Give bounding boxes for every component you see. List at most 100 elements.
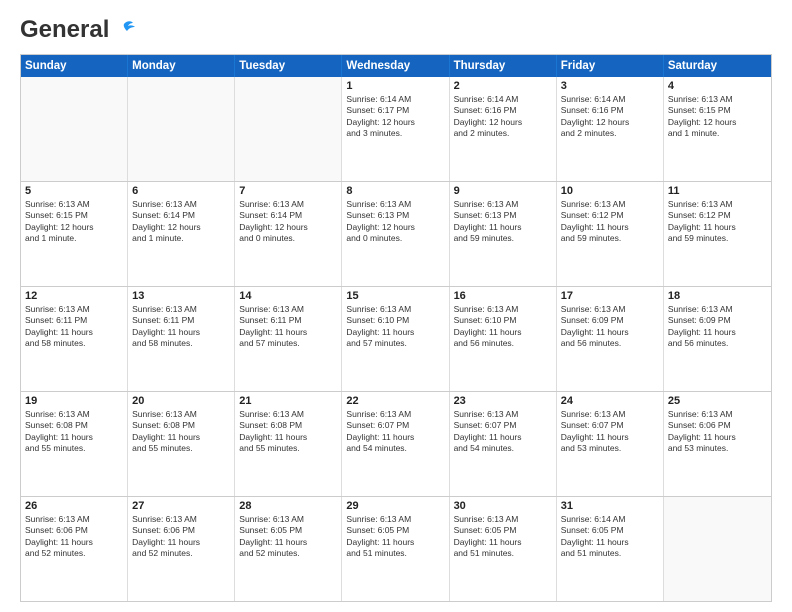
cell-info: Sunrise: 6:13 AM Sunset: 6:06 PM Dayligh…	[25, 514, 123, 560]
day-number: 5	[25, 185, 123, 197]
calendar-cell: 29 Sunrise: 6:13 AM Sunset: 6:05 PM Dayli…	[342, 497, 449, 601]
cell-info: Sunrise: 6:13 AM Sunset: 6:07 PM Dayligh…	[561, 409, 659, 455]
day-number: 19	[25, 395, 123, 407]
day-number: 17	[561, 290, 659, 302]
day-number: 22	[346, 395, 444, 407]
calendar-cell: 30Sunrise: 6:13 AM Sunset: 6:05 PM Dayli…	[450, 497, 557, 601]
calendar-cell: 24 Sunrise: 6:13 AM Sunset: 6:07 PM Dayli…	[557, 392, 664, 496]
cell-info: Sunrise: 6:13 AM Sunset: 6:08 PM Dayligh…	[239, 409, 337, 455]
calendar-cell: 7Sunrise: 6:13 AM Sunset: 6:14 PM Daylig…	[235, 182, 342, 286]
day-number: 6	[132, 185, 230, 197]
calendar-cell: 8 Sunrise: 6:13 AM Sunset: 6:13 PM Daylig…	[342, 182, 449, 286]
day-number: 14	[239, 290, 337, 302]
calendar-cell: 28 Sunrise: 6:13 AM Sunset: 6:05 PM Dayli…	[235, 497, 342, 601]
day-number: 26	[25, 500, 123, 512]
calendar-cell: 20 Sunrise: 6:13 AM Sunset: 6:08 PM Dayli…	[128, 392, 235, 496]
calendar-cell	[235, 77, 342, 181]
calendar-cell: 31 Sunrise: 6:14 AM Sunset: 6:05 PM Dayli…	[557, 497, 664, 601]
weekday-header: Friday	[557, 55, 664, 77]
calendar-cell: 18 Sunrise: 6:13 AM Sunset: 6:09 PM Dayli…	[664, 287, 771, 391]
day-number: 31	[561, 500, 659, 512]
cell-info: Sunrise: 6:13 AM Sunset: 6:06 PM Dayligh…	[668, 409, 767, 455]
calendar-cell: 4 Sunrise: 6:13 AM Sunset: 6:15 PM Daylig…	[664, 77, 771, 181]
day-number: 16	[454, 290, 552, 302]
day-number: 4	[668, 80, 767, 92]
calendar-cell: 27Sunrise: 6:13 AM Sunset: 6:06 PM Dayli…	[128, 497, 235, 601]
calendar-cell	[664, 497, 771, 601]
cell-info: Sunrise: 6:14 AM Sunset: 6:17 PM Dayligh…	[346, 94, 444, 140]
weekday-header: Wednesday	[342, 55, 449, 77]
cell-info: Sunrise: 6:13 AM Sunset: 6:13 PM Dayligh…	[346, 199, 444, 245]
day-number: 15	[346, 290, 444, 302]
calendar-cell: 12 Sunrise: 6:13 AM Sunset: 6:11 PM Dayli…	[21, 287, 128, 391]
cell-info: Sunrise: 6:14 AM Sunset: 6:05 PM Dayligh…	[561, 514, 659, 560]
calendar-cell: 1 Sunrise: 6:14 AM Sunset: 6:17 PM Daylig…	[342, 77, 449, 181]
logo-general-text: General	[20, 16, 109, 44]
cell-info: Sunrise: 6:13 AM Sunset: 6:14 PM Dayligh…	[239, 199, 337, 245]
calendar-cell: 9Sunrise: 6:13 AM Sunset: 6:13 PM Daylig…	[450, 182, 557, 286]
cell-info: Sunrise: 6:13 AM Sunset: 6:05 PM Dayligh…	[346, 514, 444, 560]
day-number: 3	[561, 80, 659, 92]
header: General	[20, 16, 772, 44]
calendar-header: SundayMondayTuesdayWednesdayThursdayFrid…	[21, 55, 771, 77]
calendar: SundayMondayTuesdayWednesdayThursdayFrid…	[20, 54, 772, 602]
calendar-cell: 3 Sunrise: 6:14 AM Sunset: 6:16 PM Daylig…	[557, 77, 664, 181]
day-number: 18	[668, 290, 767, 302]
day-number: 20	[132, 395, 230, 407]
cell-info: Sunrise: 6:13 AM Sunset: 6:11 PM Dayligh…	[25, 304, 123, 350]
day-number: 28	[239, 500, 337, 512]
calendar-row: 19 Sunrise: 6:13 AM Sunset: 6:08 PM Dayli…	[21, 391, 771, 496]
page: General SundayMondayTuesdayWednesdayThur…	[0, 0, 792, 612]
day-number: 24	[561, 395, 659, 407]
weekday-header: Thursday	[450, 55, 557, 77]
cell-info: Sunrise: 6:13 AM Sunset: 6:12 PM Dayligh…	[668, 199, 767, 245]
day-number: 21	[239, 395, 337, 407]
cell-info: Sunrise: 6:13 AM Sunset: 6:12 PM Dayligh…	[561, 199, 659, 245]
cell-info: Sunrise: 6:13 AM Sunset: 6:15 PM Dayligh…	[668, 94, 767, 140]
day-number: 8	[346, 185, 444, 197]
calendar-cell: 21 Sunrise: 6:13 AM Sunset: 6:08 PM Dayli…	[235, 392, 342, 496]
cell-info: Sunrise: 6:14 AM Sunset: 6:16 PM Dayligh…	[454, 94, 552, 140]
weekday-header: Sunday	[21, 55, 128, 77]
cell-info: Sunrise: 6:13 AM Sunset: 6:11 PM Dayligh…	[239, 304, 337, 350]
cell-info: Sunrise: 6:13 AM Sunset: 6:11 PM Dayligh…	[132, 304, 230, 350]
day-number: 10	[561, 185, 659, 197]
cell-info: Sunrise: 6:13 AM Sunset: 6:14 PM Dayligh…	[132, 199, 230, 245]
calendar-row: 1 Sunrise: 6:14 AM Sunset: 6:17 PM Daylig…	[21, 77, 771, 181]
calendar-cell: 16 Sunrise: 6:13 AM Sunset: 6:10 PM Dayli…	[450, 287, 557, 391]
cell-info: Sunrise: 6:13 AM Sunset: 6:05 PM Dayligh…	[239, 514, 337, 560]
day-number: 25	[668, 395, 767, 407]
calendar-body: 1 Sunrise: 6:14 AM Sunset: 6:17 PM Daylig…	[21, 77, 771, 601]
calendar-cell: 10 Sunrise: 6:13 AM Sunset: 6:12 PM Dayli…	[557, 182, 664, 286]
cell-info: Sunrise: 6:14 AM Sunset: 6:16 PM Dayligh…	[561, 94, 659, 140]
cell-info: Sunrise: 6:13 AM Sunset: 6:13 PM Dayligh…	[454, 199, 552, 245]
day-number: 29	[346, 500, 444, 512]
day-number: 2	[454, 80, 552, 92]
weekday-header: Saturday	[664, 55, 771, 77]
cell-info: Sunrise: 6:13 AM Sunset: 6:07 PM Dayligh…	[346, 409, 444, 455]
calendar-cell: 15Sunrise: 6:13 AM Sunset: 6:10 PM Dayli…	[342, 287, 449, 391]
calendar-cell: 25 Sunrise: 6:13 AM Sunset: 6:06 PM Dayli…	[664, 392, 771, 496]
calendar-row: 5 Sunrise: 6:13 AM Sunset: 6:15 PM Daylig…	[21, 181, 771, 286]
day-number: 11	[668, 185, 767, 197]
cell-info: Sunrise: 6:13 AM Sunset: 6:15 PM Dayligh…	[25, 199, 123, 245]
weekday-header: Monday	[128, 55, 235, 77]
cell-info: Sunrise: 6:13 AM Sunset: 6:09 PM Dayligh…	[668, 304, 767, 350]
calendar-cell: 5 Sunrise: 6:13 AM Sunset: 6:15 PM Daylig…	[21, 182, 128, 286]
cell-info: Sunrise: 6:13 AM Sunset: 6:09 PM Dayligh…	[561, 304, 659, 350]
calendar-row: 26 Sunrise: 6:13 AM Sunset: 6:06 PM Dayli…	[21, 496, 771, 601]
day-number: 1	[346, 80, 444, 92]
cell-info: Sunrise: 6:13 AM Sunset: 6:10 PM Dayligh…	[454, 304, 552, 350]
calendar-cell: 17 Sunrise: 6:13 AM Sunset: 6:09 PM Dayli…	[557, 287, 664, 391]
calendar-cell: 14 Sunrise: 6:13 AM Sunset: 6:11 PM Dayli…	[235, 287, 342, 391]
calendar-cell: 19Sunrise: 6:13 AM Sunset: 6:08 PM Dayli…	[21, 392, 128, 496]
logo-bird-icon	[113, 20, 135, 40]
calendar-cell: 6 Sunrise: 6:13 AM Sunset: 6:14 PM Daylig…	[128, 182, 235, 286]
calendar-cell: 23Sunrise: 6:13 AM Sunset: 6:07 PM Dayli…	[450, 392, 557, 496]
day-number: 12	[25, 290, 123, 302]
day-number: 23	[454, 395, 552, 407]
calendar-row: 12 Sunrise: 6:13 AM Sunset: 6:11 PM Dayli…	[21, 286, 771, 391]
calendar-cell: 13Sunrise: 6:13 AM Sunset: 6:11 PM Dayli…	[128, 287, 235, 391]
cell-info: Sunrise: 6:13 AM Sunset: 6:08 PM Dayligh…	[132, 409, 230, 455]
calendar-cell	[128, 77, 235, 181]
